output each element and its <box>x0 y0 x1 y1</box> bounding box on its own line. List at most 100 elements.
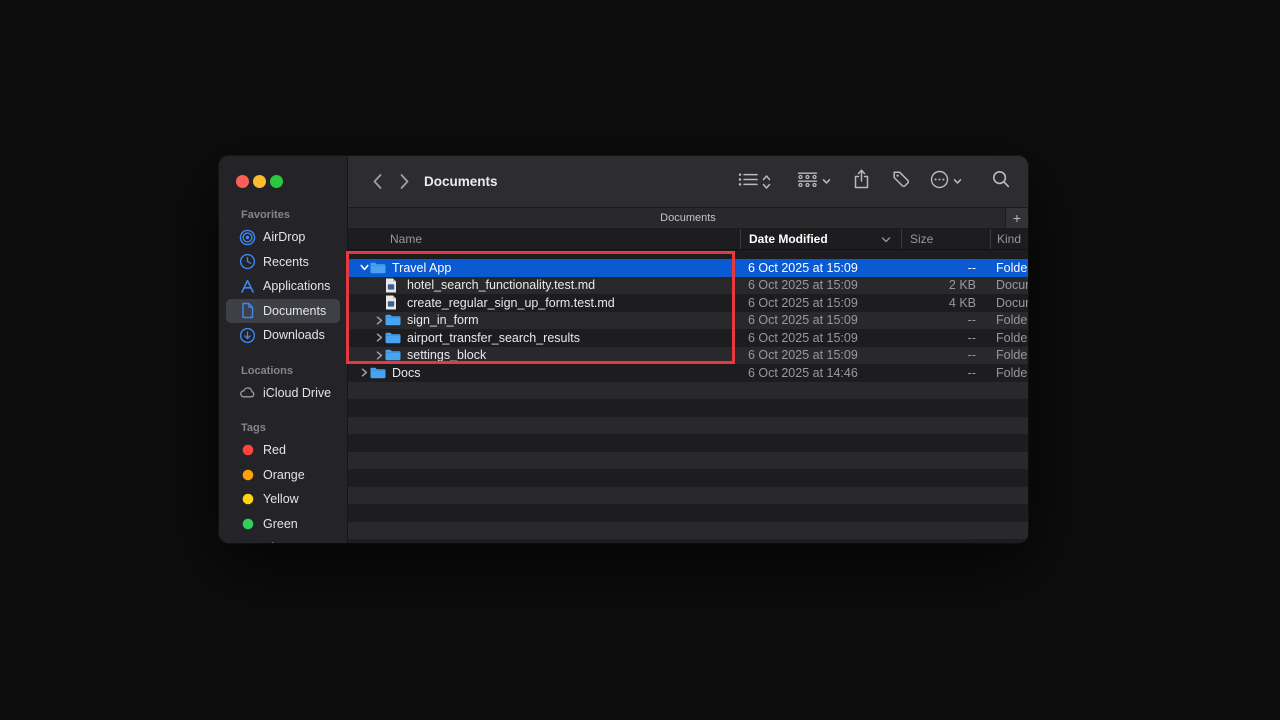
disclosure-triangle-icon[interactable] <box>358 368 370 377</box>
search-button[interactable] <box>992 170 1010 193</box>
cell-kind: Document <box>990 278 1028 292</box>
tag-dot-icon <box>239 442 256 459</box>
new-tab-button[interactable]: + <box>1005 208 1028 228</box>
sidebar-section-title-favorites: Favorites <box>219 209 347 222</box>
window-title: Documents <box>424 174 498 189</box>
sidebar-item-label: Yellow <box>263 492 299 506</box>
tag-button[interactable] <box>892 170 910 193</box>
cloud-icon <box>239 384 256 401</box>
folder-icon <box>385 349 402 361</box>
document-icon <box>239 302 256 319</box>
disclosure-triangle-icon[interactable] <box>373 333 385 342</box>
tab-bar: Documents + <box>348 207 1028 229</box>
sidebar-item-recents[interactable]: Recents <box>226 250 340 275</box>
view-switcher-button[interactable] <box>738 172 771 192</box>
group-by-icon <box>797 172 818 192</box>
column-header-name[interactable]: Name <box>348 232 740 246</box>
sidebar-sections: Favorites AirDrop Recents Applications Docum… <box>219 209 347 543</box>
folder-icon <box>385 314 402 326</box>
toolbar-icons <box>738 169 1010 194</box>
cell-date-modified: 6 Oct 2025 at 15:09 <box>740 331 901 345</box>
sidebar-item-downloads[interactable]: Downloads <box>226 323 340 348</box>
forward-button[interactable] <box>399 173 410 190</box>
disclosure-triangle-icon[interactable] <box>358 264 370 271</box>
sidebar-item-documents[interactable]: Documents <box>226 299 340 324</box>
file-name-label: Docs <box>392 366 420 380</box>
sidebar-item-airdrop[interactable]: AirDrop <box>226 225 340 250</box>
column-header-kind-label: Kind <box>997 232 1021 246</box>
file-row-hotel-search-functionality-test-md[interactable]: hotel_search_functionality.test.md6 Oct … <box>348 277 1028 295</box>
file-name-label: create_regular_sign_up_form.test.md <box>407 296 615 310</box>
sidebar-item-label: iCloud Drive <box>263 386 331 400</box>
file-row-docs[interactable]: Docs6 Oct 2025 at 14:46--Folder <box>348 364 1028 382</box>
cell-name: create_regular_sign_up_form.test.md <box>348 295 740 310</box>
sidebar-item-icloud-drive[interactable]: iCloud Drive <box>226 381 340 406</box>
cell-kind: Folder <box>990 348 1028 362</box>
group-by-button[interactable] <box>797 172 831 192</box>
tag-dot-icon <box>239 540 256 543</box>
file-row-settings-block[interactable]: settings_block6 Oct 2025 at 15:09--Folde… <box>348 347 1028 365</box>
cell-kind: Folder <box>990 366 1028 380</box>
back-button[interactable] <box>372 173 383 190</box>
cell-date-modified: 6 Oct 2025 at 15:09 <box>740 278 901 292</box>
empty-row-stripe <box>348 417 1028 435</box>
file-row-travel-app[interactable]: Travel App6 Oct 2025 at 15:09--Folder <box>348 259 1028 277</box>
cell-name: settings_block <box>348 348 740 362</box>
view-sort-chevrons-icon <box>762 174 771 190</box>
sidebar-item-label: Downloads <box>263 328 325 342</box>
download-icon <box>239 327 256 344</box>
empty-row-stripe <box>348 487 1028 505</box>
sidebar-item-blue[interactable]: Blue <box>226 536 340 543</box>
close-window-button[interactable] <box>236 175 249 188</box>
sidebar-item-label: AirDrop <box>263 230 305 244</box>
airdrop-icon <box>239 229 256 246</box>
tag-dot-icon <box>239 491 256 508</box>
cell-name: sign_in_form <box>348 313 740 327</box>
window-controls <box>219 156 347 188</box>
minimize-window-button[interactable] <box>253 175 266 188</box>
file-row-sign-in-form[interactable]: sign_in_form6 Oct 2025 at 15:09--Folder <box>348 312 1028 330</box>
cell-name: airport_transfer_search_results <box>348 331 740 345</box>
folder-icon <box>385 332 402 344</box>
empty-row-stripe <box>348 522 1028 540</box>
cell-size: 4 KB <box>901 296 990 310</box>
cell-kind: Document <box>990 296 1028 310</box>
cell-size: -- <box>901 348 990 362</box>
cell-date-modified: 6 Oct 2025 at 15:09 <box>740 296 901 310</box>
sidebar-item-red[interactable]: Red <box>226 438 340 463</box>
sidebar-item-green[interactable]: Green <box>226 512 340 537</box>
applications-icon <box>239 278 256 295</box>
more-actions-button[interactable] <box>930 170 962 194</box>
sidebar-section-title-locations: Locations <box>219 365 347 378</box>
cell-kind: Folder <box>990 261 1028 275</box>
cell-size: 2 KB <box>901 278 990 292</box>
file-row-airport-transfer-search-results[interactable]: airport_transfer_search_results6 Oct 202… <box>348 329 1028 347</box>
chevron-down-icon <box>822 178 831 185</box>
disclosure-triangle-icon[interactable] <box>373 351 385 360</box>
sidebar-item-label: Applications <box>263 279 330 293</box>
tag-dot-icon <box>239 515 256 532</box>
column-header-size[interactable]: Size <box>901 229 990 249</box>
toolbar: Documents <box>348 156 1028 207</box>
list-view-icon <box>738 172 758 192</box>
file-row-create-regular-sign-up-form-test-md[interactable]: create_regular_sign_up_form.test.md 6 Oct… <box>348 294 1028 312</box>
empty-row-stripe <box>348 504 1028 522</box>
sidebar-item-orange[interactable]: Orange <box>226 463 340 488</box>
cell-date-modified: 6 Oct 2025 at 14:46 <box>740 366 901 380</box>
markdown-file-icon <box>385 295 402 310</box>
sidebar-item-label: Green <box>263 517 298 531</box>
empty-row-stripe <box>348 452 1028 470</box>
sidebar-item-label: Orange <box>263 468 305 482</box>
zoom-window-button[interactable] <box>270 175 283 188</box>
tab-documents[interactable]: Documents <box>348 212 1028 224</box>
sidebar-item-label: Red <box>263 443 286 457</box>
column-header-kind[interactable]: Kind <box>990 229 1028 249</box>
sidebar-item-applications[interactable]: Applications <box>226 274 340 299</box>
file-name-label: settings_block <box>407 348 486 362</box>
column-header-date-modified[interactable]: Date Modified <box>740 229 901 249</box>
ellipsis-circle-icon <box>930 170 949 194</box>
share-button[interactable] <box>853 169 870 194</box>
sidebar-item-yellow[interactable]: Yellow <box>226 487 340 512</box>
column-header-row: Name Date Modified Size Kind <box>348 229 1028 250</box>
disclosure-triangle-icon[interactable] <box>373 316 385 325</box>
